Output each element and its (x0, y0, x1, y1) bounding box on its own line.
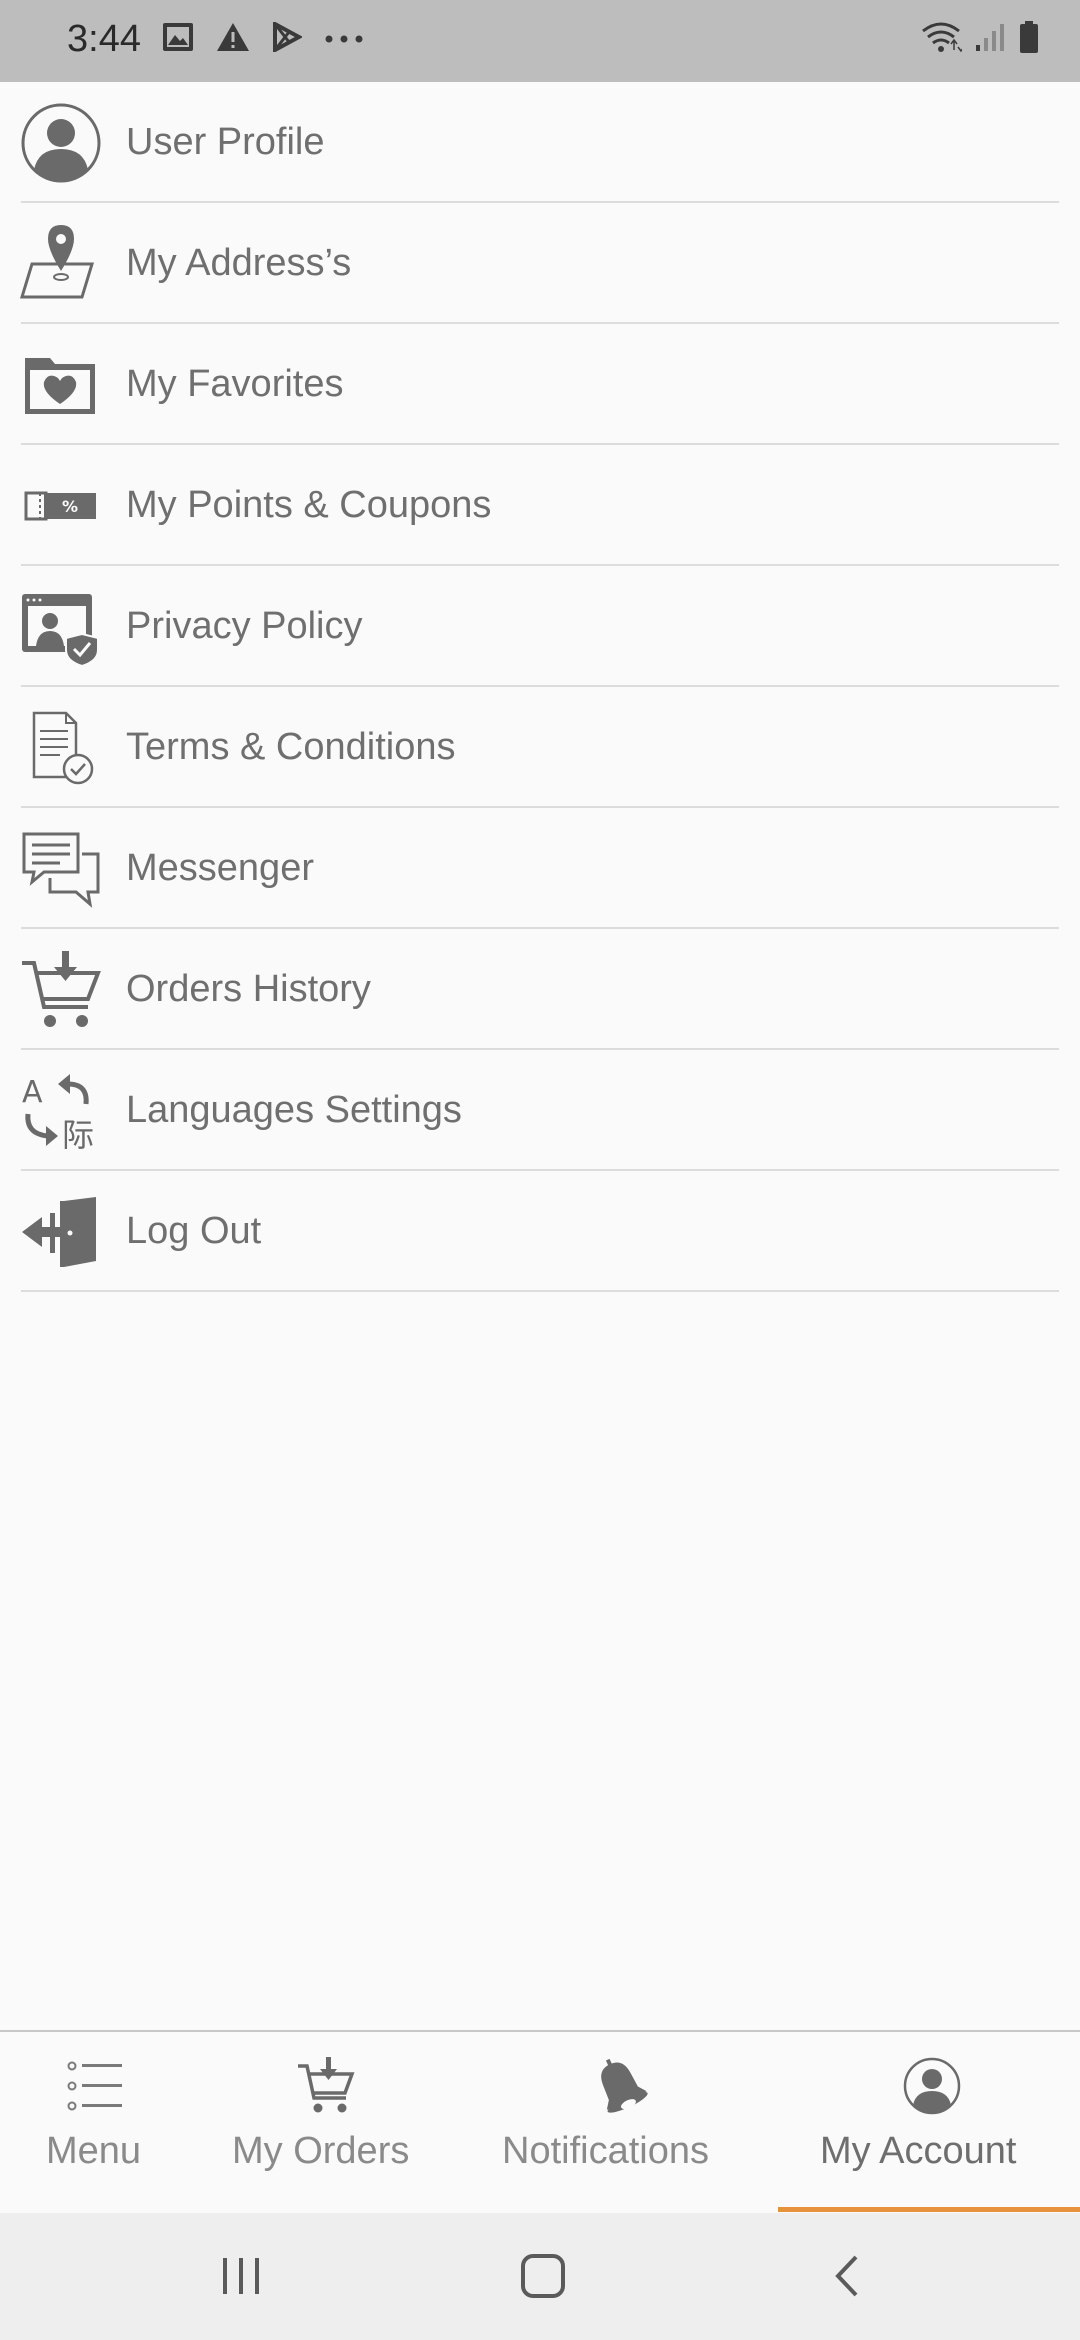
nav-tab-label: My Account (820, 2130, 1017, 2172)
nav-tab-label: My Orders (232, 2130, 410, 2172)
svg-text:际: 际 (62, 1116, 94, 1152)
menu-item-my-favorites[interactable]: My Favorites (0, 324, 1080, 445)
svg-text:%: % (62, 497, 78, 516)
account-menu-list: User Profile My Address’s My Favorites %… (0, 82, 1080, 1292)
battery-icon (1018, 20, 1040, 59)
signal-icon (974, 21, 1006, 58)
bottom-nav: Menu My Orders Notifications My Account (0, 2030, 1080, 2213)
menu-item-privacy-policy[interactable]: Privacy Policy (0, 566, 1080, 687)
back-icon[interactable] (812, 2243, 882, 2309)
map-pin-icon (20, 223, 102, 305)
heart-folder-icon (20, 344, 102, 426)
active-tab-indicator (778, 2207, 1080, 2212)
menu-item-label: Orders History (126, 968, 371, 1010)
menu-item-messenger[interactable]: Messenger (0, 808, 1080, 929)
play-store-icon (272, 20, 304, 57)
status-time: 3:44 (67, 18, 141, 60)
recent-apps-icon[interactable] (206, 2243, 276, 2309)
status-bar: 3:44 (0, 0, 1080, 82)
bell-icon (590, 2056, 650, 2116)
coupon-icon: % (20, 465, 102, 547)
home-icon[interactable] (508, 2243, 578, 2309)
menu-item-orders-history[interactable]: Orders History (0, 929, 1080, 1050)
image-icon (162, 22, 194, 57)
list-icon (66, 2056, 126, 2116)
menu-item-log-out[interactable]: Log Out (0, 1171, 1080, 1292)
wifi-icon (920, 20, 965, 59)
system-nav-bar (0, 2213, 1080, 2340)
menu-item-label: User Profile (126, 121, 325, 163)
menu-item-label: My Address’s (126, 242, 352, 284)
nav-tab-label: Notifications (502, 2130, 709, 2172)
translate-icon: A际 (20, 1070, 102, 1152)
menu-item-label: Terms & Conditions (126, 726, 456, 768)
cart-download-icon (20, 949, 102, 1031)
menu-item-label: My Points & Coupons (126, 484, 492, 526)
menu-item-label: My Favorites (126, 363, 344, 405)
account-icon (902, 2056, 962, 2116)
nav-tab-my-orders[interactable]: My Orders (220, 2032, 430, 2215)
status-icons-right (920, 20, 1040, 59)
more-dots-icon (324, 31, 364, 49)
menu-item-user-profile[interactable]: User Profile (0, 82, 1080, 203)
menu-item-label: Log Out (126, 1210, 262, 1252)
nav-tab-notifications[interactable]: Notifications (490, 2032, 740, 2215)
menu-item-points-coupons[interactable]: % My Points & Coupons (0, 445, 1080, 566)
warning-icon (216, 22, 250, 57)
menu-item-terms-conditions[interactable]: Terms & Conditions (0, 687, 1080, 808)
menu-item-my-address[interactable]: My Address’s (0, 203, 1080, 324)
nav-tab-label: Menu (46, 2130, 142, 2172)
user-profile-icon (20, 102, 102, 184)
svg-text:A: A (22, 1075, 43, 1110)
menu-item-languages-settings[interactable]: A际 Languages Settings (0, 1050, 1080, 1171)
status-icons-left (162, 20, 364, 57)
menu-item-label: Languages Settings (126, 1089, 462, 1131)
menu-item-label: Messenger (126, 847, 314, 889)
privacy-shield-icon (20, 586, 102, 668)
cart-icon (296, 2056, 356, 2116)
menu-item-label: Privacy Policy (126, 605, 363, 647)
nav-tab-menu[interactable]: Menu (0, 2032, 194, 2215)
logout-door-icon (20, 1191, 102, 1273)
chat-bubbles-icon (20, 828, 102, 910)
nav-tab-my-account[interactable]: My Account (790, 2032, 1068, 2215)
document-check-icon (20, 707, 102, 789)
